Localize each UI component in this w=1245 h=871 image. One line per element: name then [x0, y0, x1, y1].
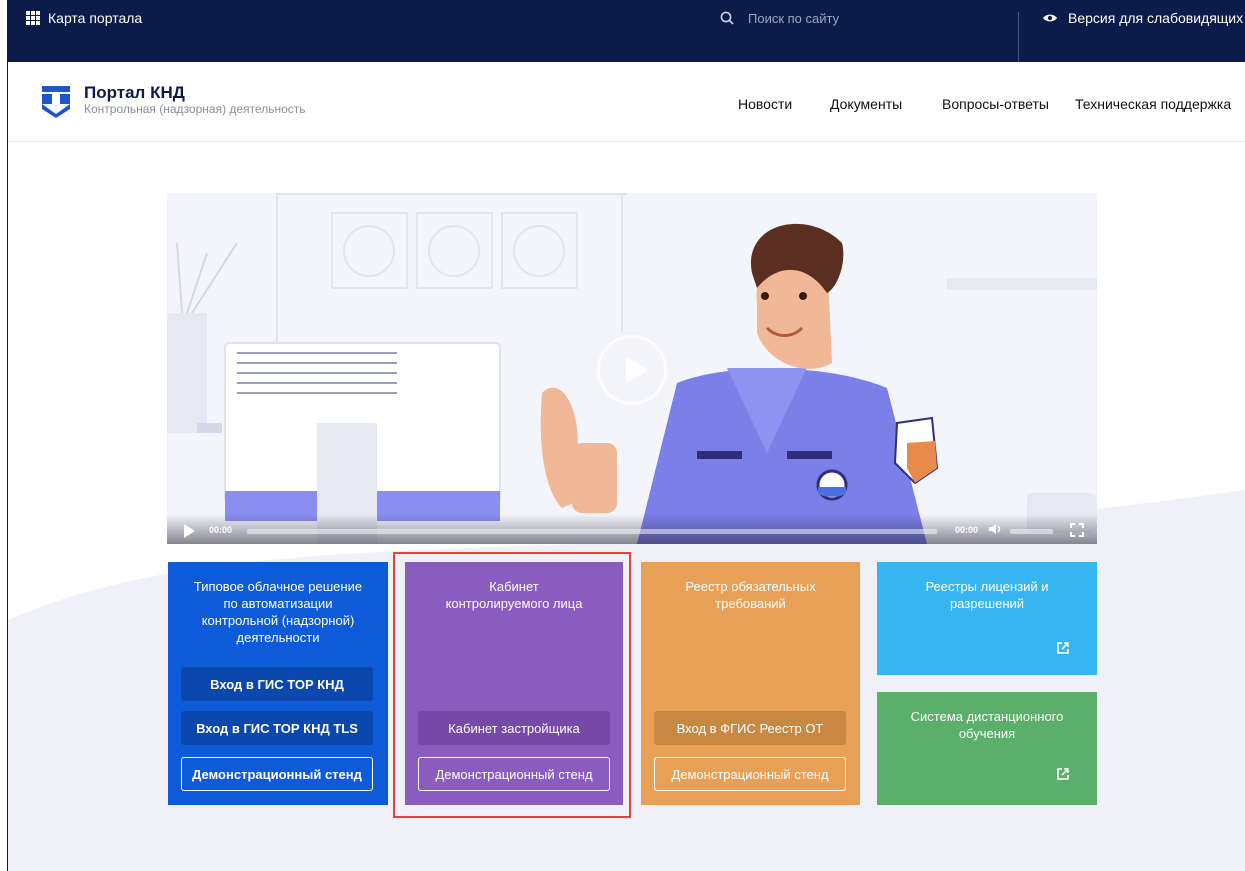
- top-bar: Карта портала Поиск по сайту Версия для …: [8, 0, 1245, 62]
- video-progress-bar[interactable]: [247, 529, 937, 534]
- big-play-button[interactable]: [597, 335, 667, 405]
- card-learning-title: Система дистанционного обучения: [910, 709, 1064, 741]
- tor-tls-login-button[interactable]: Вход в ГИС ТОР КНД TLS: [181, 711, 373, 745]
- registry-demo-button[interactable]: Демонстрационный стенд: [654, 757, 846, 791]
- tor-demo-button[interactable]: Демонстрационный стенд: [181, 757, 373, 791]
- play-icon[interactable]: [184, 524, 195, 538]
- duration-time: 00:00: [955, 525, 979, 535]
- logo-subtitle: Контрольная (надзорная) деятельность: [84, 102, 306, 116]
- site-header: Портал КНД Контрольная (надзорная) деяте…: [8, 62, 1245, 142]
- search-icon: [720, 11, 734, 25]
- video-controls: 00:00 00:00: [167, 514, 1097, 544]
- portal-logo[interactable]: Портал КНД Контрольная (надзорная) деяте…: [38, 84, 306, 125]
- tor-login-button[interactable]: Вход в ГИС ТОР КНД: [181, 667, 373, 701]
- search-placeholder[interactable]: Поиск по сайту: [748, 11, 839, 26]
- external-link-icon: [1056, 767, 1070, 781]
- logo-title: Портал КНД: [84, 83, 185, 102]
- nav-support[interactable]: Техническая поддержка: [1075, 96, 1231, 112]
- nav-news[interactable]: Новости: [738, 96, 792, 112]
- nav-faq[interactable]: Вопросы-ответы: [942, 96, 1049, 112]
- card-tor-title: Типовое облачное решение по автоматизаци…: [193, 579, 363, 645]
- low-vision-label: Версия для слабовидящих: [1068, 10, 1244, 26]
- volume-icon[interactable]: [988, 523, 1004, 537]
- topbar-divider: [1018, 12, 1019, 62]
- portal-map-label: Карта портала: [48, 10, 143, 26]
- nav-documents[interactable]: Документы: [830, 96, 902, 112]
- card-licenses[interactable]: Реестры лицензий и разрешений: [877, 562, 1097, 675]
- portal-map-link[interactable]: Карта портала: [26, 0, 142, 36]
- grid-icon: [26, 11, 40, 25]
- site-search[interactable]: Поиск по сайту: [720, 0, 839, 36]
- current-time: 00:00: [209, 525, 233, 535]
- low-vision-link[interactable]: Версия для слабовидящих: [1042, 0, 1243, 36]
- card-distance-learning[interactable]: Система дистанционного обучения: [877, 692, 1097, 805]
- registry-login-button[interactable]: Вход в ФГИС Реестр ОТ: [654, 711, 846, 745]
- fullscreen-icon[interactable]: [1070, 523, 1084, 539]
- card-registry-title: Реестр обязательных требований: [685, 579, 816, 611]
- highlight-box: [393, 552, 631, 818]
- card-licenses-title: Реестры лицензий и разрешений: [925, 579, 1049, 611]
- external-link-icon: [1056, 641, 1070, 655]
- shield-logo-icon: [38, 84, 74, 125]
- volume-slider[interactable]: [1010, 529, 1053, 534]
- card-tor-knd: Типовое облачное решение по автоматизаци…: [168, 562, 388, 805]
- video-player[interactable]: 00:00 00:00: [167, 193, 1097, 544]
- card-registry: Реестр обязательных требований Вход в ФГ…: [641, 562, 860, 805]
- eye-icon: [1042, 10, 1058, 26]
